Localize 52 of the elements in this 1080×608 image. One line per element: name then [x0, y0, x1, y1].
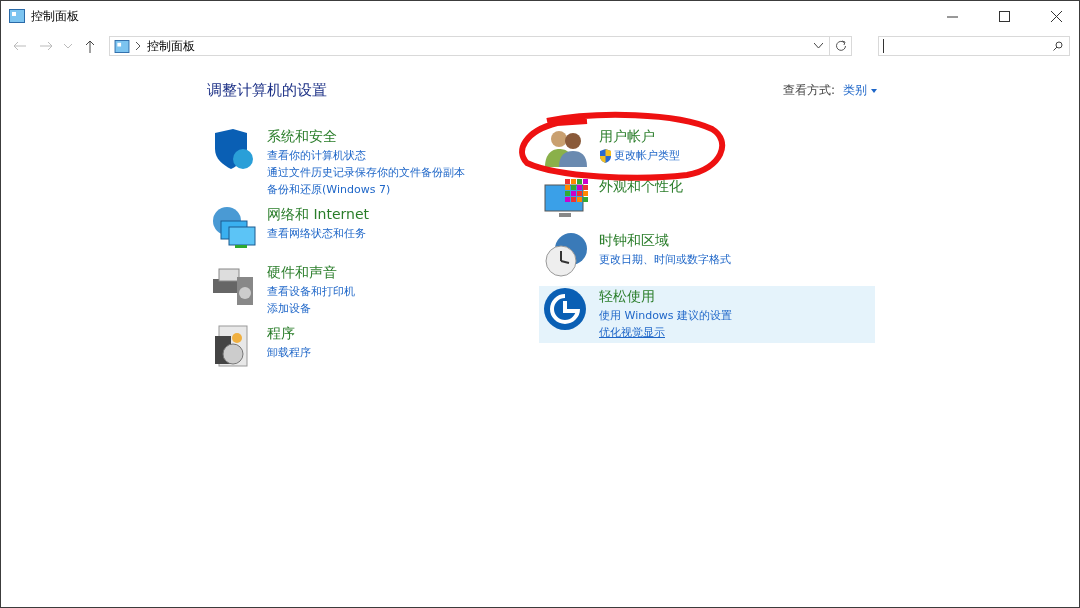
- category-tile[interactable]: 用户帐户 更改帐户类型: [539, 126, 875, 174]
- refresh-icon: [834, 40, 847, 52]
- category-title-link[interactable]: 时钟和区域: [599, 231, 731, 250]
- arrow-right-icon: [39, 41, 53, 51]
- category-tile[interactable]: 硬件和声音 查看设备和打印机 添加设备: [207, 262, 539, 319]
- category-title-link[interactable]: 用户帐户: [599, 127, 680, 146]
- task-link[interactable]: 更改日期、时间或数字格式: [599, 252, 731, 267]
- task-link[interactable]: 备份和还原(Windows 7): [267, 182, 391, 197]
- address-bar[interactable]: 控制面板: [109, 36, 852, 56]
- category-title-link[interactable]: 程序: [267, 324, 311, 343]
- task-link[interactable]: 查看你的计算机状态: [267, 148, 366, 163]
- globe-clock-icon: [543, 231, 589, 277]
- chevron-down-icon: [64, 43, 72, 49]
- task-link[interactable]: 通过文件历史记录保存你的文件备份副本: [267, 165, 465, 180]
- category-tile[interactable]: 时钟和区域 更改日期、时间或数字格式: [539, 230, 875, 284]
- arrow-up-icon: [85, 39, 95, 53]
- breadcrumb-item[interactable]: 控制面板: [147, 38, 808, 54]
- window-title: 控制面板: [31, 7, 80, 25]
- category-title-link[interactable]: 系统和安全: [267, 127, 465, 146]
- search-field[interactable]: [878, 36, 1070, 56]
- text-cursor-icon: [883, 39, 884, 53]
- view-by-label: 查看方式:: [782, 82, 835, 99]
- network-monitors-icon: [211, 205, 257, 251]
- ease-of-access-icon: [543, 287, 587, 331]
- page-heading: 调整计算机的设置: [207, 81, 327, 100]
- chevron-down-icon[interactable]: [814, 43, 823, 49]
- control-panel-icon: [114, 39, 130, 53]
- caret-icon: [871, 88, 877, 93]
- task-link[interactable]: 查看网络状态和任务: [267, 226, 366, 241]
- task-link[interactable]: 添加设备: [267, 301, 311, 316]
- category-tile[interactable]: 系统和安全 查看你的计算机状态 通过文件历史记录保存你的文件备份副本 备份和还原(Windows 7): [207, 126, 539, 200]
- category-tile[interactable]: 外观和个性化: [539, 176, 875, 228]
- view-by-dropdown[interactable]: 类别: [843, 82, 877, 99]
- control-panel-icon: [9, 9, 25, 23]
- category-title-link[interactable]: 轻松使用: [599, 287, 733, 306]
- task-link[interactable]: 使用 Windows 建议的设置: [599, 308, 733, 323]
- category-tile[interactable]: 程序 卸载程序: [207, 323, 539, 375]
- category-title-link[interactable]: 网络和 Internet: [267, 205, 370, 224]
- maximize-icon: [998, 10, 1010, 22]
- category-title-link[interactable]: 硬件和声音: [267, 263, 355, 282]
- search-icon: [1053, 41, 1063, 51]
- chevron-right-icon: [136, 42, 141, 50]
- task-link[interactable]: 优化视觉显示: [599, 325, 665, 340]
- category-tile[interactable]: 网络和 Internet 查看网络状态和任务: [207, 204, 539, 258]
- task-link[interactable]: 更改帐户类型: [599, 148, 680, 163]
- task-link[interactable]: 查看设备和打印机: [267, 284, 355, 299]
- shield-icon: [599, 148, 612, 163]
- arrow-left-icon: [13, 41, 27, 51]
- category-title-link[interactable]: 外观和个性化: [599, 177, 683, 196]
- category-tile[interactable]: 轻松使用 使用 Windows 建议的设置 优化视觉显示: [539, 286, 875, 343]
- task-link[interactable]: 卸载程序: [267, 345, 311, 360]
- close-icon: [1050, 10, 1062, 22]
